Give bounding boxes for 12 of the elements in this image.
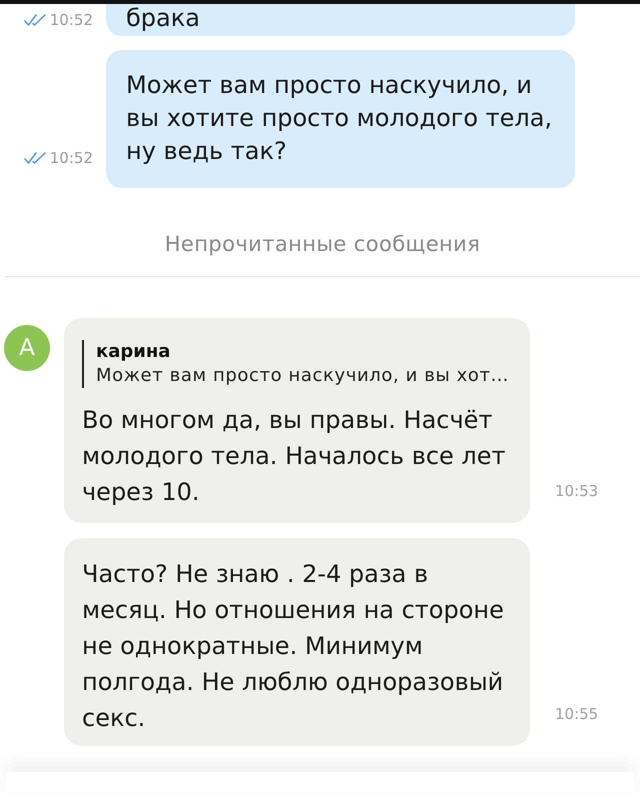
avatar: A bbox=[4, 325, 50, 371]
unread-messages-label: Непрочитанные сообщения bbox=[164, 233, 480, 256]
message-time: 10:53 bbox=[555, 482, 598, 500]
message-time: 10:52 bbox=[50, 149, 93, 167]
message-text: Во многом да, вы правы. Насчёт молодого тела. Началось все лет через 10. bbox=[82, 406, 506, 506]
message-time: 10:52 bbox=[50, 11, 93, 29]
message-text: Может вам просто наскучило, и вы хотите просто молодого тела, ну ведь так? bbox=[126, 71, 552, 165]
message-time: 10:55 bbox=[555, 705, 598, 723]
message-text: брака bbox=[126, 4, 200, 32]
reply-text: Может вам просто наскучило, и вы хот… bbox=[96, 364, 506, 388]
message-text: Часто? Не знаю . 2-4 раза в месяц. Но отношения на стороне не однократные. Минимум полгода. Не люблю одноразовый секс. bbox=[82, 560, 504, 732]
reply-author: карина bbox=[96, 340, 172, 364]
